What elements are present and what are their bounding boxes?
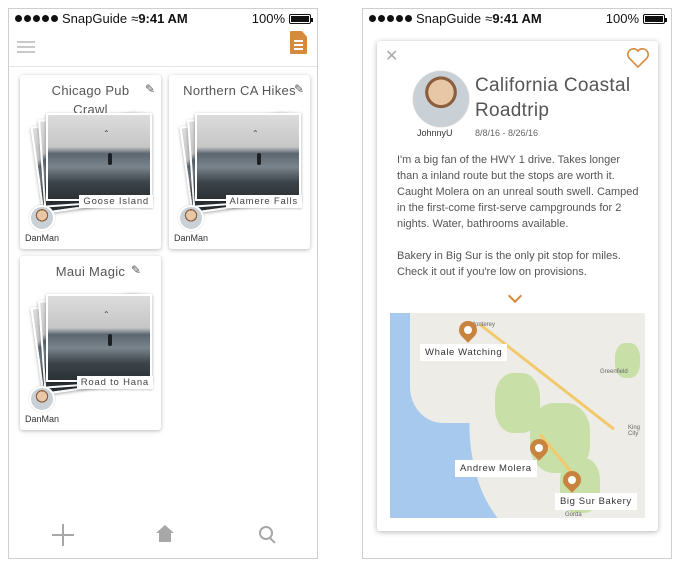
avatar[interactable] bbox=[178, 205, 204, 231]
stop-label[interactable]: Big Sur Bakery bbox=[555, 493, 637, 510]
author-name[interactable]: JohnnyU bbox=[417, 128, 453, 138]
guide-card[interactable]: Northern CA Hikes ✎ ⌃ Alamere Falls DanM… bbox=[169, 75, 310, 249]
map-place-label: Gorda bbox=[565, 512, 582, 518]
top-bar bbox=[9, 29, 317, 67]
tab-bar bbox=[9, 512, 317, 558]
guide-photo: ⌃ bbox=[195, 113, 301, 201]
photo-caption: Goose Island bbox=[79, 195, 153, 208]
pencil-icon[interactable]: ✎ bbox=[131, 263, 141, 277]
author-name: DanMan bbox=[174, 233, 209, 243]
route-map[interactable]: Monterey Greenfield King City Gorda Whal… bbox=[390, 313, 645, 518]
guide-description: I'm a big fan of the HWY 1 drive. Takes … bbox=[397, 154, 639, 278]
search-icon[interactable] bbox=[259, 526, 275, 542]
pencil-icon[interactable]: ✎ bbox=[145, 82, 155, 96]
close-icon[interactable]: ✕ bbox=[385, 46, 398, 66]
guide-photo: ⌃ bbox=[46, 113, 152, 201]
guide-list-screen: SnapGuide ≈ 9:41 AM 100% Chicago Pub Cra… bbox=[8, 8, 318, 559]
guide-title: Northern CA Hikes bbox=[183, 83, 296, 98]
guide-title: California Coastal Roadtrip bbox=[475, 75, 631, 121]
author-avatar[interactable] bbox=[413, 71, 469, 127]
author-name: DanMan bbox=[25, 414, 60, 424]
map-place-label: King City bbox=[628, 425, 641, 437]
status-bar: SnapGuide ≈ 9:41 AM 100% bbox=[9, 9, 317, 29]
author-name: DanMan bbox=[25, 233, 60, 243]
map-place-label: Greenfield bbox=[600, 369, 628, 375]
stop-label[interactable]: Whale Watching bbox=[420, 344, 508, 361]
plus-icon[interactable] bbox=[52, 524, 74, 546]
guide-card[interactable]: Maui Magic ✎ ⌃ Road to Hana DanMan bbox=[20, 256, 161, 430]
guide-detail-card: ✕ JohnnyU California Coastal Roadtrip 8/… bbox=[377, 41, 658, 531]
chevron-down-icon[interactable] bbox=[507, 288, 523, 304]
battery-label: 100% bbox=[251, 11, 285, 26]
avatar[interactable] bbox=[29, 386, 55, 412]
home-icon[interactable] bbox=[156, 525, 174, 544]
document-icon[interactable] bbox=[290, 31, 307, 54]
hamburger-icon[interactable] bbox=[17, 41, 35, 54]
battery-icon bbox=[643, 13, 667, 24]
battery-status: 100% bbox=[605, 11, 667, 26]
guide-photo: ⌃ bbox=[46, 294, 152, 382]
trip-dates: 8/8/16 - 8/26/16 bbox=[475, 128, 539, 138]
battery-icon bbox=[289, 13, 313, 24]
avatar[interactable] bbox=[29, 205, 55, 231]
guide-card[interactable]: Chicago Pub Crawl ✎ ⌃ Goose Island DanMa… bbox=[20, 75, 161, 249]
pencil-icon[interactable]: ✎ bbox=[294, 82, 304, 96]
battery-label: 100% bbox=[605, 11, 639, 26]
status-bar: SnapGuide ≈ 9:41 AM 100% bbox=[363, 9, 671, 29]
stop-label[interactable]: Andrew Molera bbox=[455, 460, 537, 477]
heart-icon[interactable] bbox=[626, 47, 650, 69]
guide-detail-screen: SnapGuide ≈ 9:41 AM 100% ✕ JohnnyU Calif… bbox=[362, 8, 672, 559]
photo-caption: Alamere Falls bbox=[225, 195, 302, 208]
photo-caption: Road to Hana bbox=[76, 376, 153, 389]
battery-status: 100% bbox=[251, 11, 313, 26]
